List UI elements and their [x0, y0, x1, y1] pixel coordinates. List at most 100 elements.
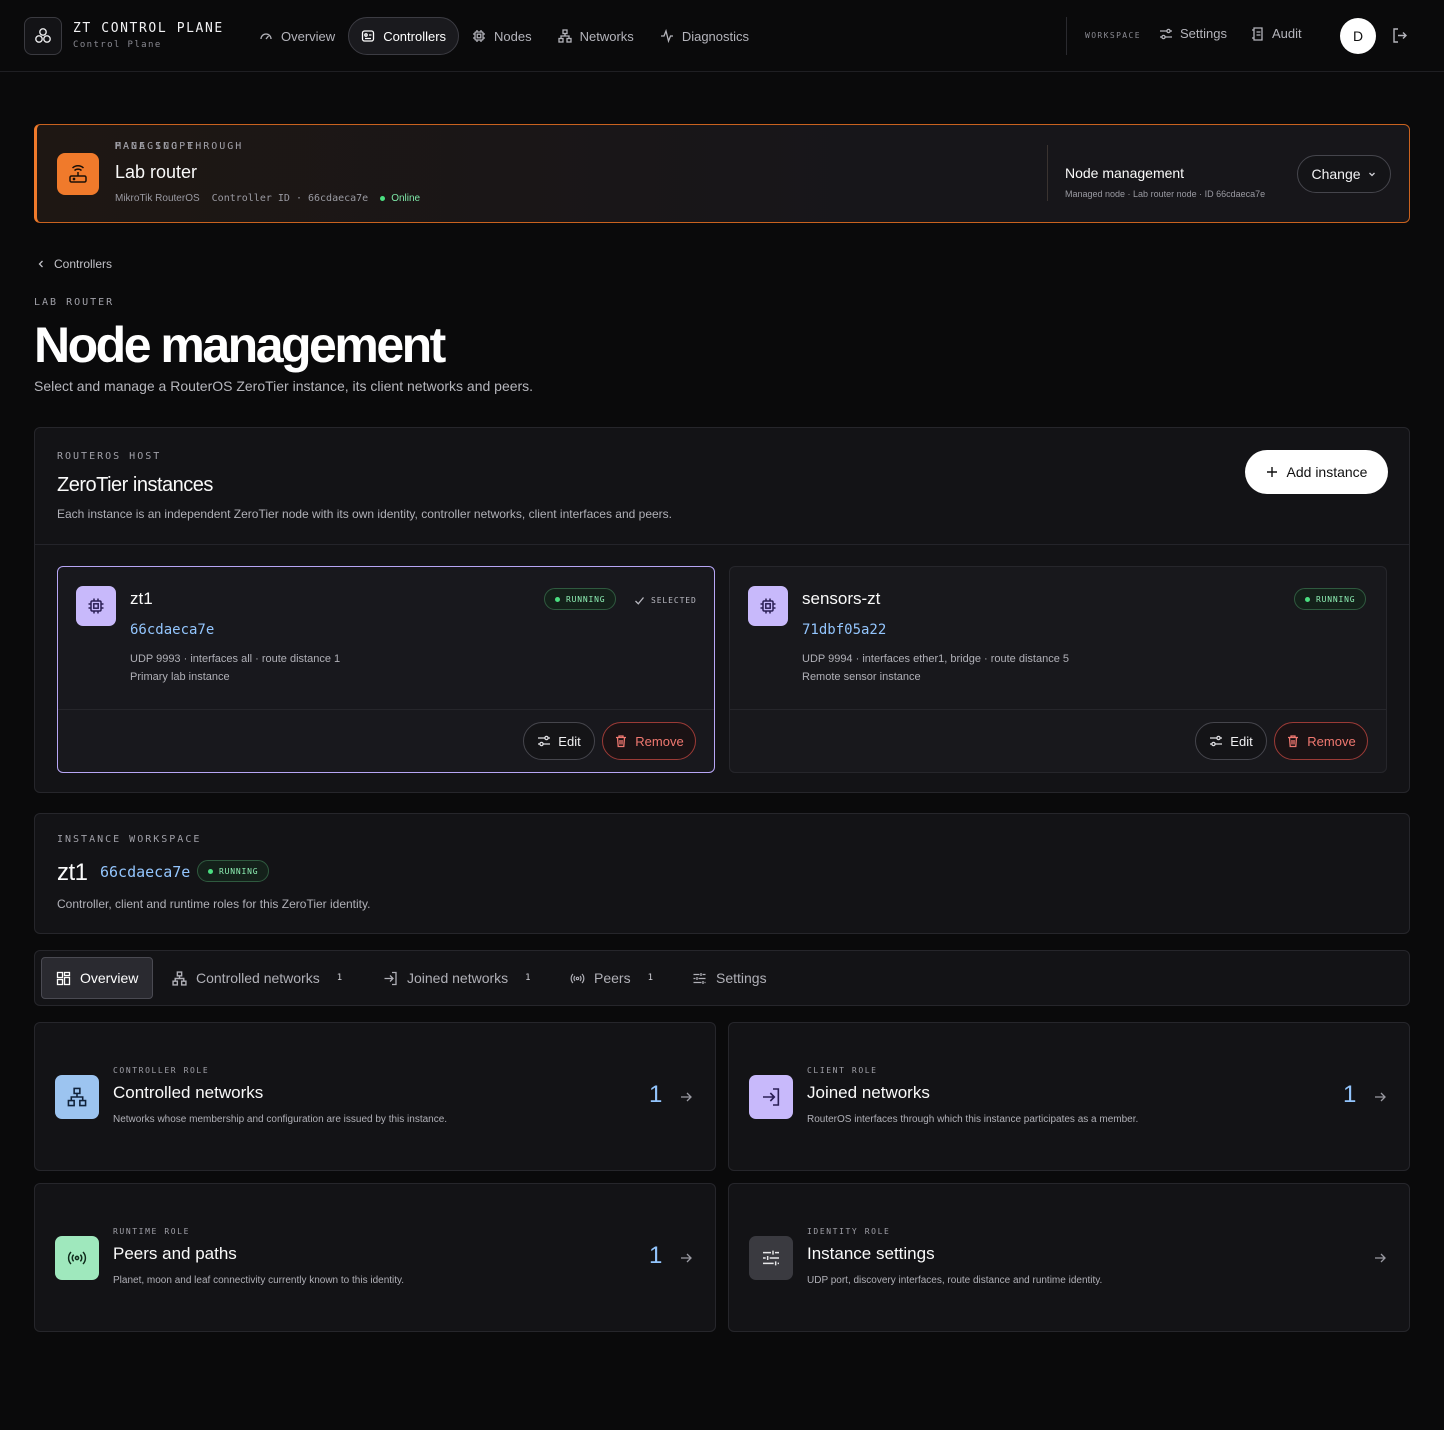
instance-id: 66cdaeca7e: [130, 622, 215, 638]
scope-eyebrow: PAGE SCOPE: [115, 141, 196, 152]
join-icon: [749, 1075, 793, 1119]
tab-count: 1: [525, 973, 531, 983]
brand-subtitle: Control Plane: [73, 40, 162, 50]
instances-panel: ROUTEROS HOST ZeroTier instances Each in…: [34, 427, 1410, 793]
nav-item-diagnostics[interactable]: Diagnostics: [647, 17, 762, 55]
role-card-controller[interactable]: CONTROLLER ROLE Controlled networks Netw…: [34, 1022, 716, 1171]
nav-audit[interactable]: Audit: [1251, 26, 1302, 41]
instance-card-selected[interactable]: zt1 66cdaeca7e UDP 9993 · interfaces all…: [57, 566, 715, 773]
audit-icon: [1252, 26, 1263, 41]
trash-icon: [1288, 735, 1299, 748]
edit-button[interactable]: Edit: [523, 722, 595, 760]
broadcast-icon: [55, 1236, 99, 1280]
card-divider: [58, 709, 714, 710]
instances-eyebrow: ROUTEROS HOST: [57, 451, 162, 462]
instance-name: sensors-zt: [802, 589, 881, 608]
instances-title: ZeroTier instances: [57, 474, 213, 496]
page-eyebrow: LAB ROUTER: [34, 297, 115, 308]
role-card-runtime[interactable]: RUNTIME ROLE Peers and paths Planet, moo…: [34, 1183, 716, 1332]
nav-item-label: Nodes: [494, 28, 532, 44]
role-count: 1: [649, 1081, 663, 1108]
nav-item-label: Overview: [281, 28, 336, 44]
status-badge: RUNNING: [1294, 588, 1367, 610]
role-description: Networks whose membership and configurat…: [113, 1114, 448, 1125]
tab-settings[interactable]: Settings: [677, 957, 782, 999]
nav-divider: [1066, 17, 1067, 55]
nav-item-label: Networks: [579, 28, 634, 44]
add-instance-button[interactable]: Add instance: [1245, 450, 1388, 494]
banner-title: Lab router: [115, 162, 198, 182]
panel-divider: [35, 544, 1409, 545]
role-card-client[interactable]: CLIENT ROLE Joined networks RouterOS int…: [728, 1022, 1410, 1171]
role-eyebrow: CONTROLLER ROLE: [113, 1066, 210, 1075]
instance-workspace-panel: INSTANCE WORKSPACE zt1 66cdaeca7e RUNNIN…: [34, 813, 1410, 934]
role-eyebrow: RUNTIME ROLE: [113, 1227, 190, 1236]
workspace-tabs: Overview Controlled networks 1 Joined net…: [34, 950, 1410, 1006]
remove-button[interactable]: Remove: [1274, 722, 1368, 760]
instance-note: Remote sensor instance: [802, 671, 921, 683]
chip-icon: [76, 586, 116, 626]
sliders-icon: [1210, 735, 1223, 747]
brand-logo-icon[interactable]: [24, 17, 62, 55]
arrow-right-icon: [1374, 1252, 1386, 1264]
avatar[interactable]: D: [1340, 18, 1376, 54]
banner-platform: MikroTik RouterOS: [115, 193, 200, 204]
sliders-icon: [693, 972, 706, 984]
instance-name: zt1: [130, 589, 153, 608]
pulse-icon: [660, 29, 673, 43]
tab-joined-networks[interactable]: Joined networks 1: [368, 957, 546, 999]
breadcrumb[interactable]: Controllers: [36, 257, 112, 271]
banner-meta: MikroTik RouterOS Controller ID · 66cdae…: [115, 193, 420, 204]
chevron-down-icon: [1368, 172, 1375, 177]
instances-description: Each instance is an independent ZeroTier…: [57, 507, 672, 521]
nav-settings[interactable]: Settings: [1159, 26, 1227, 41]
top-bar: ZT CONTROL PLANE Control Plane Overview …: [0, 0, 1444, 72]
banner-controller-id: Controller ID · 66cdaeca7e: [211, 193, 369, 204]
sliders-icon: [749, 1236, 793, 1280]
network-icon: [557, 29, 572, 43]
nav-item-networks[interactable]: Networks: [545, 17, 647, 55]
nav-item-nodes[interactable]: Nodes: [459, 17, 545, 55]
workspace-id: 66cdaeca7e: [100, 863, 191, 881]
chevron-left-icon: [38, 260, 43, 268]
remove-button[interactable]: Remove: [602, 722, 696, 760]
status-badge: RUNNING: [197, 860, 270, 882]
selected-tag: SELECTED: [634, 595, 697, 606]
instance-card[interactable]: sensors-zt 71dbf05a22 UDP 9994 · interfa…: [729, 566, 1387, 773]
tab-overview[interactable]: Overview: [41, 957, 154, 999]
edit-button[interactable]: Edit: [1195, 722, 1267, 760]
chip-icon: [748, 586, 788, 626]
nav-item-overview[interactable]: Overview: [246, 17, 348, 55]
role-eyebrow: CLIENT ROLE: [807, 1066, 878, 1075]
instance-meta: UDP 9993 · interfaces all · route distan…: [130, 653, 341, 665]
join-icon: [384, 971, 397, 985]
gauge-icon: [260, 33, 272, 40]
scope-title: Node management: [1065, 165, 1185, 181]
change-button[interactable]: Change: [1297, 155, 1391, 193]
banner-divider: [1047, 145, 1048, 201]
logout-icon[interactable]: [1391, 27, 1408, 44]
plus-icon: [1266, 467, 1277, 477]
role-title: Instance settings: [807, 1244, 935, 1263]
broadcast-icon: [570, 973, 585, 983]
router-icon: [57, 153, 99, 195]
instance-note: Primary lab instance: [130, 671, 230, 683]
role-card-identity[interactable]: IDENTITY ROLE Instance settings UDP port…: [728, 1183, 1410, 1332]
instance-id: 71dbf05a22: [802, 622, 887, 638]
workspace-label: WORKSPACE: [1085, 31, 1141, 40]
status-badge: RUNNING: [544, 588, 617, 610]
chip-icon: [473, 30, 486, 42]
role-title: Joined networks: [807, 1083, 930, 1102]
trash-icon: [616, 735, 627, 748]
network-icon: [55, 1075, 99, 1119]
role-title: Controlled networks: [113, 1083, 264, 1102]
check-icon: [635, 597, 645, 605]
nav-item-controllers[interactable]: Controllers: [348, 17, 460, 55]
arrow-right-icon: [680, 1252, 692, 1264]
tab-controlled-networks[interactable]: Controlled networks 1: [157, 957, 357, 999]
role-title: Peers and paths: [113, 1244, 237, 1263]
tab-peers[interactable]: Peers 1: [555, 957, 668, 999]
card-divider: [730, 709, 1386, 710]
grid-icon: [56, 971, 71, 985]
nav-item-label: Diagnostics: [681, 28, 750, 44]
